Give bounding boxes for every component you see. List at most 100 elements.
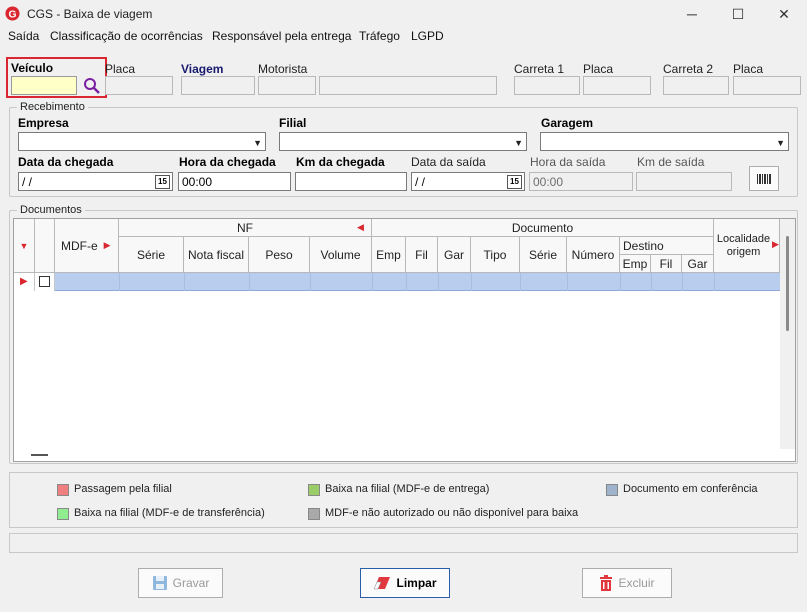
fil-header[interactable]: Fil (406, 237, 438, 273)
documentos-grid[interactable]: ▼ MDF-e ▶ NF ◀ Documento Localidade orig… (13, 218, 796, 462)
table-row[interactable]: ▶ (14, 273, 780, 291)
barcode-icon (757, 173, 771, 184)
title-bar: G CGS - Baixa de viagem ─ ☐ ✕ (0, 0, 807, 28)
dest-emp-header[interactable]: Emp (620, 255, 651, 273)
legend-label-baixa-entrega: Baixa na filial (MDF-e de entrega) (325, 483, 490, 495)
veiculo-input[interactable] (11, 76, 77, 95)
expand-right-icon[interactable]: ▶ (104, 240, 111, 251)
chevron-down-icon: ▼ (514, 138, 523, 148)
hora-saida-input: 00:00 (529, 172, 633, 191)
menu-lgpd[interactable]: LGPD (411, 28, 444, 44)
calendar-icon[interactable]: 15 (155, 175, 170, 189)
cell-divider (372, 273, 373, 291)
maximize-button[interactable]: ☐ (715, 0, 761, 28)
calendar-icon[interactable]: 15 (507, 175, 522, 189)
row-checkbox[interactable] (39, 276, 50, 287)
row-indicator-cell: ▶ (14, 273, 35, 291)
vertical-scrollbar[interactable] (780, 219, 795, 449)
placa-label: Placa (105, 62, 136, 76)
localidade-header[interactable]: Localidade origem (714, 219, 780, 273)
cell-divider (567, 273, 568, 291)
expand-right-icon[interactable]: ▶ (772, 239, 779, 250)
hora-chegada-input[interactable]: 00:00 (178, 172, 291, 191)
row-checkbox-cell[interactable] (35, 273, 55, 291)
limpar-button[interactable]: Limpar (360, 568, 450, 598)
save-icon (152, 576, 167, 590)
peso-header[interactable]: Peso (249, 237, 310, 273)
motorista-label: Motorista (258, 62, 308, 76)
km-chegada-label: Km da chegada (296, 155, 385, 169)
serie-doc-header[interactable]: Série (520, 237, 567, 273)
legend-swatch-conferencia (606, 484, 618, 496)
filial-select[interactable]: ▼ (279, 132, 527, 151)
excluir-button[interactable]: Excluir (582, 568, 672, 598)
veiculo-label: Veículo (11, 61, 54, 75)
nf-group-header: NF (119, 219, 372, 237)
sort-indicator-cell[interactable]: ▼ (14, 219, 35, 273)
placa2-label: Placa (733, 62, 764, 76)
status-bar (9, 533, 798, 553)
placa-field (105, 76, 173, 95)
minimize-button[interactable]: ─ (669, 0, 715, 28)
current-row-icon: ▶ (20, 276, 28, 287)
nota-fiscal-header[interactable]: Nota fiscal (184, 237, 249, 273)
menu-responsavel[interactable]: Responsável pela entrega (212, 28, 351, 44)
barcode-button[interactable] (749, 166, 779, 191)
garagem-select[interactable]: ▼ (540, 132, 789, 151)
h-scrollbar-thumb[interactable] (31, 454, 48, 456)
documentos-title: Documentos (17, 204, 85, 216)
empresa-select[interactable]: ▼ (18, 132, 266, 151)
legend-label-nao-autorizado: MDF-e não autorizado ou não disponível p… (325, 507, 579, 519)
scrollbar-thumb[interactable] (786, 236, 789, 331)
km-saida-label: Km de saída (637, 155, 705, 169)
serie-header[interactable]: Série (119, 237, 184, 273)
filial-label: Filial (279, 116, 307, 130)
mdfe-header[interactable]: MDF-e ▶ (55, 219, 119, 273)
recebimento-title: Recebimento (17, 101, 88, 113)
motorista-code-field (258, 76, 316, 95)
data-chegada-label: Data da chegada (18, 155, 114, 169)
gravar-button[interactable]: Gravar (138, 568, 223, 598)
gar-header[interactable]: Gar (438, 237, 471, 273)
cell-divider (119, 273, 120, 291)
dest-fil-header[interactable]: Fil (651, 255, 682, 273)
tipo-header[interactable]: Tipo (471, 237, 520, 273)
cell-divider (651, 273, 652, 291)
cell-divider (310, 273, 311, 291)
legend-swatch-passagem (57, 484, 69, 496)
volume-header[interactable]: Volume (310, 237, 372, 273)
km-chegada-input[interactable] (295, 172, 407, 191)
placa1-label: Placa (583, 62, 614, 76)
collapse-left-icon[interactable]: ◀ (357, 222, 364, 233)
carreta2-field (663, 76, 729, 95)
empresa-label: Empresa (18, 116, 69, 130)
hora-saida-label: Hora da saída (530, 155, 606, 169)
close-button[interactable]: ✕ (761, 0, 807, 28)
emp-header[interactable]: Emp (372, 237, 406, 273)
motorista-name-field (319, 76, 497, 95)
data-chegada-value: / / (22, 175, 33, 189)
menu-saida[interactable]: Saída (8, 28, 39, 44)
menu-trafego[interactable]: Tráfego (359, 28, 400, 44)
menu-classificacao[interactable]: Classificação de ocorrências (50, 28, 203, 44)
limpar-label: Limpar (396, 576, 437, 590)
cell-divider (714, 273, 715, 291)
cell-divider (682, 273, 683, 291)
documento-group-header: Documento (372, 219, 714, 237)
data-saida-input[interactable]: / / 15 (411, 172, 525, 191)
legend-swatch-baixa-transferencia (57, 508, 69, 520)
cell-divider (249, 273, 250, 291)
legend-swatch-nao-autorizado (308, 508, 320, 520)
km-saida-input (636, 172, 732, 191)
data-chegada-input[interactable]: / / 15 (18, 172, 173, 191)
search-icon[interactable] (83, 77, 101, 95)
cell-divider (438, 273, 439, 291)
chevron-down-icon: ▼ (253, 138, 262, 148)
dest-gar-header[interactable]: Gar (682, 255, 714, 273)
svg-text:G: G (8, 9, 16, 20)
horizontal-scrollbar[interactable] (14, 449, 780, 461)
numero-header[interactable]: Número (567, 237, 620, 273)
eraser-icon (374, 577, 391, 590)
menu-bar: Saída Classificação de ocorrências Respo… (0, 28, 807, 46)
check-col-header (35, 219, 55, 273)
